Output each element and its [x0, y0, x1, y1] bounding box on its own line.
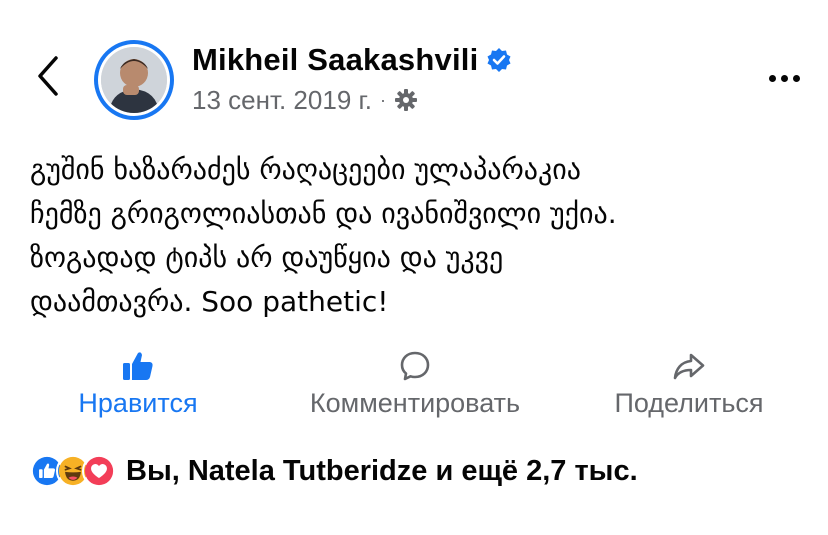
share-button[interactable]: Поделиться — [594, 350, 784, 419]
post-date[interactable]: 13 сент. 2019 г. — [192, 85, 372, 116]
more-options-icon — [768, 74, 776, 82]
back-button[interactable] — [30, 54, 66, 98]
verified-badge-icon — [487, 48, 511, 72]
gear-icon — [395, 89, 418, 111]
comment-icon — [400, 351, 430, 381]
post-text: გუშინ ხაზარაძეს რაღაცეები ულაპარაკია ჩემ… — [30, 153, 617, 318]
meta-separator: · — [380, 90, 387, 110]
author-name[interactable]: Mikheil Saakashvili — [192, 42, 478, 78]
avatar[interactable] — [94, 40, 174, 120]
profile-photo-icon — [101, 47, 167, 113]
reactions-row[interactable]: Вы, Natela Tutberidze и ещё 2,7 тыс. — [30, 450, 638, 492]
share-label: Поделиться — [614, 388, 764, 418]
more-options-button[interactable] — [762, 68, 806, 88]
love-icon — [82, 454, 116, 488]
thumbs-up-icon — [123, 352, 153, 380]
like-label: Нравится — [78, 388, 198, 418]
like-button[interactable]: Нравится — [62, 350, 214, 419]
avatar-photo — [101, 47, 167, 113]
comment-button[interactable]: Комментировать — [278, 350, 552, 419]
share-arrow-icon — [673, 353, 705, 380]
comment-label: Комментировать — [309, 388, 521, 418]
author-row: Mikheil Saakashvili — [192, 40, 512, 80]
chevron-left-icon — [38, 56, 58, 96]
reactions-summary[interactable]: Вы, Natela Tutberidze и ещё 2,7 тыс. — [126, 455, 638, 488]
post-meta: 13 сент. 2019 г. · — [192, 84, 418, 116]
